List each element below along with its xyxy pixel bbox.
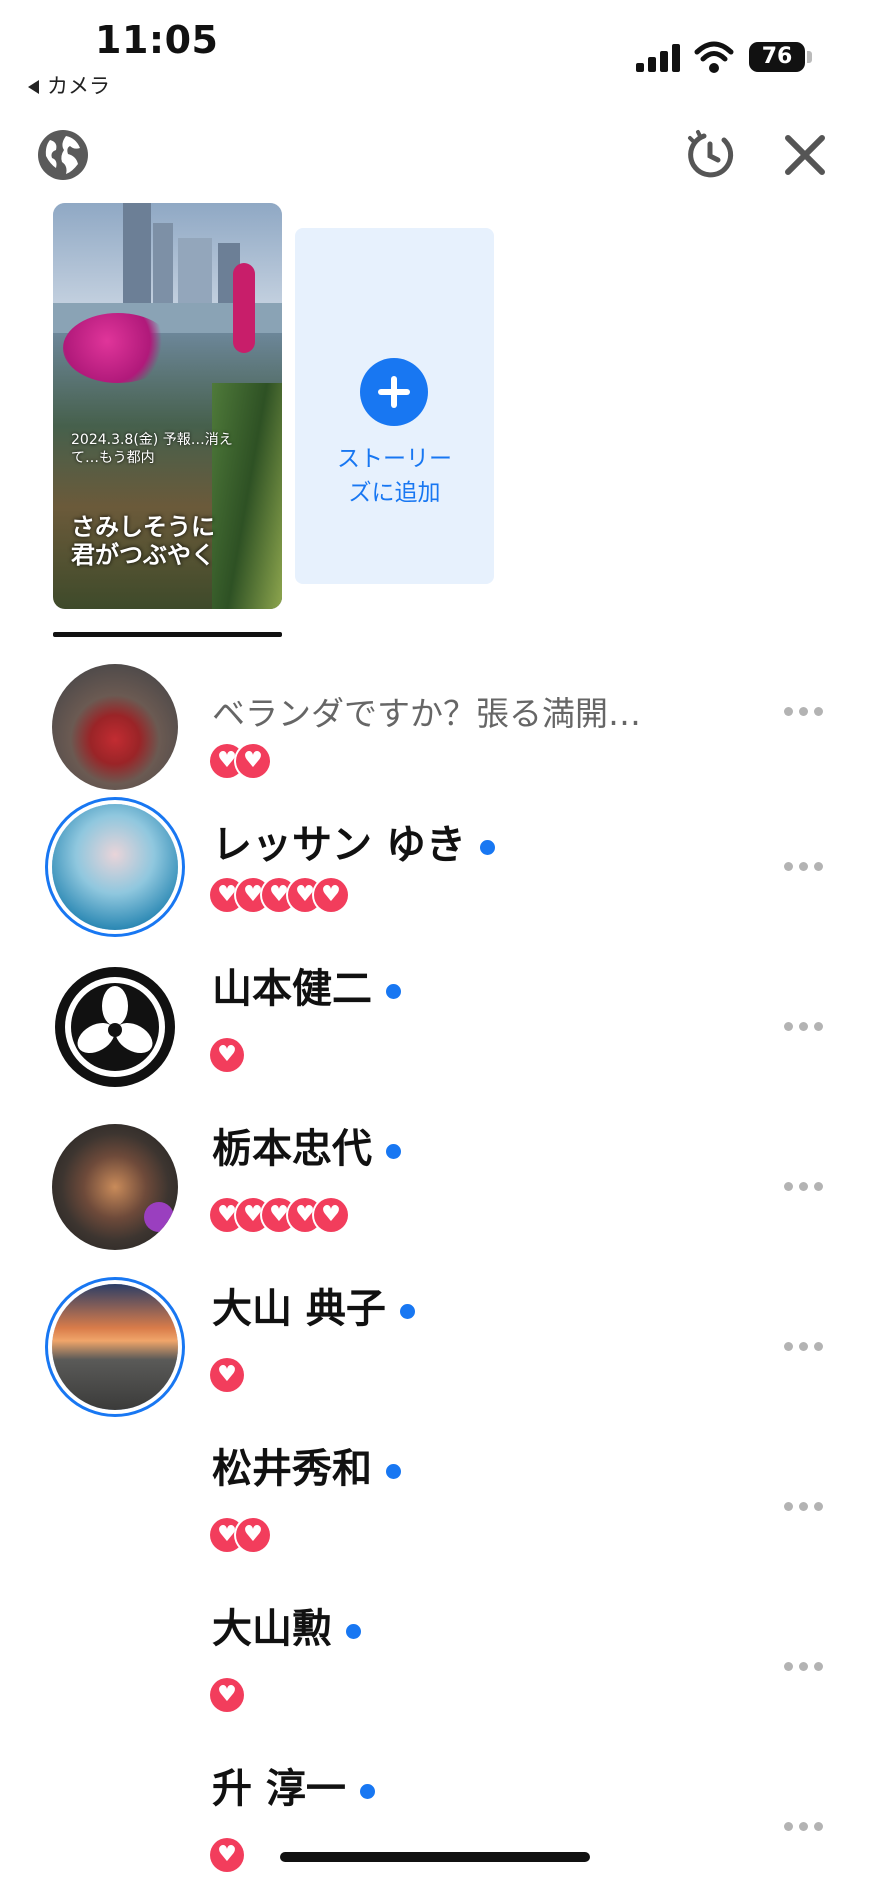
viewer-row[interactable]: 山本健二 (0, 960, 870, 1120)
story-flowers (63, 313, 173, 383)
viewer-name: 松井秀和 (212, 1436, 401, 1494)
heart-icon (236, 744, 270, 778)
avatar[interactable] (52, 664, 178, 790)
online-indicator (359, 1783, 375, 1799)
battery-tip (807, 51, 812, 63)
more-options-button[interactable] (784, 1660, 824, 1672)
back-to-app[interactable]: カメラ (28, 70, 110, 100)
add-story-label-line1: ストーリー (337, 446, 452, 472)
story-building (153, 223, 173, 308)
viewer-row[interactable]: レッサン ゆき (0, 800, 870, 960)
viewer-name-text: レッサン ゆき (212, 822, 466, 868)
viewer-name: 栃本忠代 (212, 1116, 401, 1174)
story-building (123, 203, 151, 308)
home-indicator (280, 1852, 590, 1862)
more-options-button[interactable] (784, 1340, 824, 1352)
more-options-button[interactable] (784, 1820, 824, 1832)
unicef-heart-icon (144, 1202, 174, 1232)
back-triangle-icon (28, 80, 39, 94)
plus-icon (360, 358, 428, 426)
story-small-caption: 2024.3.8(金) 予報…消えて…もう都内 (71, 432, 233, 466)
avatar[interactable] (52, 964, 178, 1090)
viewer-row[interactable]: 栃本忠代 (0, 1120, 870, 1280)
more-options-button[interactable] (784, 1500, 824, 1512)
viewer-name: 山本健二 (212, 956, 401, 1014)
heart-icon (210, 1038, 244, 1072)
story-leaves (212, 383, 282, 609)
viewer-name-text: 山本健二 (212, 966, 372, 1012)
story-flower-spike (233, 263, 255, 353)
wifi-icon (694, 41, 734, 73)
back-app-label: カメラ (47, 74, 110, 98)
heart-icon (210, 1358, 244, 1392)
globe-icon[interactable] (36, 128, 90, 182)
viewer-name: 大山 典子 (212, 1276, 415, 1334)
viewer-name: レッサン ゆき (212, 812, 495, 870)
active-story-indicator (53, 632, 282, 637)
more-options-button[interactable] (784, 860, 824, 872)
heart-icon (210, 1838, 244, 1872)
add-story-label: ストーリー ズに追加 (295, 442, 494, 510)
online-indicator (386, 983, 401, 999)
viewer-name: 大山勲 (212, 1596, 361, 1654)
story-building (178, 238, 212, 308)
viewer-name: 升 淳一 (212, 1756, 375, 1814)
online-indicator (346, 1623, 361, 1639)
story-thumbnail[interactable]: 2024.3.8(金) 予報…消えて…もう都内 さみしそうに 君がつぶやく (53, 203, 282, 609)
battery-indicator: 76 (749, 42, 805, 72)
heart-icon (210, 1678, 244, 1712)
viewer-name-text: 松井秀和 (212, 1446, 372, 1492)
viewer-row[interactable]: ベランダですか？張る満開… (0, 650, 870, 810)
avatar[interactable] (52, 1124, 178, 1250)
viewer-row[interactable]: 大山勲 (0, 1600, 870, 1760)
viewer-row[interactable]: 大山 典子 (0, 1280, 870, 1440)
online-indicator (386, 1143, 401, 1159)
heart-icon (314, 878, 348, 912)
family-crest-icon (55, 967, 175, 1087)
more-options-button[interactable] (784, 1180, 824, 1192)
status-time: 11:05 (95, 18, 219, 62)
viewer-row[interactable]: 松井秀和 (0, 1440, 870, 1600)
avatar[interactable] (52, 804, 178, 930)
more-options-button[interactable] (784, 705, 824, 717)
viewer-name-text: 大山勲 (212, 1606, 332, 1652)
timer-icon[interactable] (684, 128, 736, 180)
viewer-name-text: 大山 典子 (212, 1286, 386, 1332)
close-icon[interactable] (782, 132, 828, 178)
avatar[interactable] (52, 1284, 178, 1410)
viewer-name-text: 升 淳一 (212, 1766, 346, 1812)
viewer-name-text: 栃本忠代 (212, 1126, 372, 1172)
viewer-row[interactable]: 升 淳一 (0, 1760, 870, 1882)
online-indicator (479, 839, 495, 855)
reply-preview: ベランダですか？張る満開… (212, 694, 641, 733)
story-caption: さみしそうに 君がつぶやく (71, 513, 215, 569)
add-story-button[interactable]: ストーリー ズに追加 (295, 228, 494, 584)
heart-icon (314, 1198, 348, 1232)
story-caption-line1: さみしそうに (71, 513, 215, 541)
signal-icon (636, 44, 682, 72)
online-indicator (386, 1463, 401, 1479)
story-caption-line2: 君がつぶやく (71, 541, 215, 569)
online-indicator (399, 1303, 415, 1319)
more-options-button[interactable] (784, 1020, 824, 1032)
add-story-label-line2: ズに追加 (348, 480, 441, 506)
heart-icon (236, 1518, 270, 1552)
